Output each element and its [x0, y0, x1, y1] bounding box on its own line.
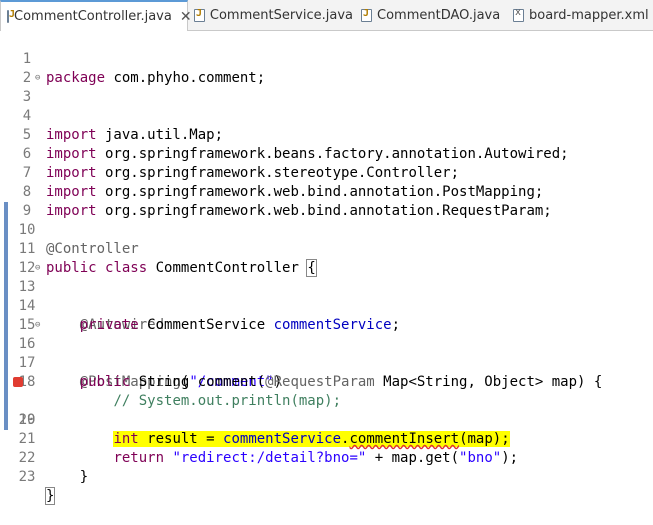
tab-label: CommentController.java	[14, 9, 172, 24]
code-line: 11 public class CommentController {	[0, 221, 653, 277]
code-line: 9	[0, 183, 653, 219]
code-line: 13 ⊖ @Autowired	[0, 259, 653, 333]
matched-brace: }	[44, 487, 56, 505]
fold-toggle-icon[interactable]: ⊖	[35, 316, 40, 335]
tab-label: CommentService.java	[209, 7, 353, 23]
tab-board-mapper[interactable]: board-mapper.xml	[507, 0, 653, 30]
code-line: 14 private CommentService commentService…	[0, 278, 653, 333]
code-line: 12	[0, 240, 653, 276]
code-line: 16 ⊖ @PostMapping("/comment")	[0, 316, 653, 390]
code-line: 15	[0, 297, 653, 333]
java-file-icon	[361, 8, 372, 22]
java-file-icon	[7, 9, 15, 23]
tab-label: board-mapper.xml	[529, 7, 649, 23]
code-line: 10 @Controller	[0, 202, 653, 257]
code-line: 2	[0, 50, 653, 86]
code-line: 22 }	[0, 430, 653, 485]
editor-tab-bar: CommentController.java ✕ CommentService.…	[0, 0, 653, 31]
fold-toggle-icon[interactable]: ⊖	[35, 259, 40, 278]
tab-commentdao[interactable]: CommentDAO.java	[355, 0, 505, 30]
fold-toggle-icon[interactable]: ⊖	[35, 69, 40, 88]
code-line: 8 import org.springframework.web.bind.an…	[0, 164, 653, 219]
error-marker-icon[interactable]	[13, 377, 23, 387]
tab-commentservice[interactable]: CommentService.java	[188, 0, 353, 30]
java-file-icon	[194, 8, 205, 22]
code-line: 5 import org.springframework.beans.facto…	[0, 107, 653, 162]
code-line: 21 return "redirect:/detail?bno=" + map.…	[0, 411, 653, 466]
tab-label: CommentDAO.java	[377, 7, 501, 23]
code-text: }	[79, 469, 89, 485]
code-line: 3 ⊖ import java.util.Map;	[0, 69, 653, 143]
line-number: 23	[18, 469, 36, 485]
code-line-error: 19 int result = commentService.commentIn…	[0, 373, 653, 447]
code-editor[interactable]: 1 package com.phyho.comment; 2 3 ⊖ impor…	[0, 31, 653, 505]
code-line: 4	[0, 88, 653, 124]
tab-commentcontroller[interactable]: CommentController.java ✕	[0, 0, 192, 31]
code-line: 18 // System.out.println(map);	[0, 354, 653, 409]
code-line: 7 import org.springframework.web.bind.an…	[0, 145, 653, 200]
code-line: 23 }	[0, 449, 653, 505]
text-cursor	[54, 488, 56, 504]
code-line: 20	[0, 392, 653, 428]
code-line: 6 import org.springframework.stereotype.…	[0, 126, 653, 181]
xml-file-icon	[513, 7, 524, 22]
code-line: 1 package com.phyho.comment;	[0, 31, 653, 86]
code-line: 17 public String comment(@RequestParam M…	[0, 335, 653, 390]
